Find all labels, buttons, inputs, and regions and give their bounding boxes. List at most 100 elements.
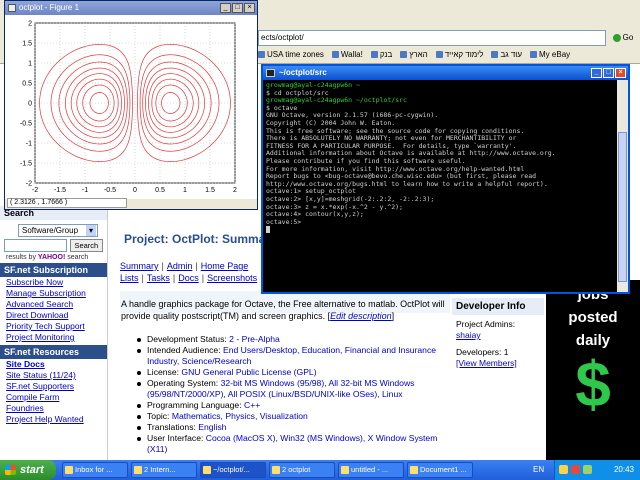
taskbar-item[interactable]: Document1 ... (407, 462, 473, 478)
favicon-icon (370, 50, 378, 58)
plot-area[interactable]: -2 -1.5 -1 -0.5 0 0.5 1 1.5 2 -2 -1.5 -1 -0.5 0 0.5 1 1.… (5, 15, 257, 199)
terminal-titlebar[interactable]: ~/octplot/src _ □ × (263, 66, 628, 80)
info-key: Topic: (147, 411, 172, 421)
go-label: Go (622, 33, 634, 42)
taskbar-item[interactable]: untitled - ... (338, 462, 404, 478)
project-nav-link[interactable]: Tasks (147, 273, 170, 283)
sidebar-link[interactable]: Site Status (11/24) (0, 370, 107, 381)
link-bar-item[interactable]: My eBay (530, 50, 570, 59)
sidebar-link[interactable]: Direct Download (0, 310, 107, 321)
sidebar-link[interactable]: Compile Farm (0, 392, 107, 403)
y-tick-label: -1 (26, 141, 32, 148)
view-members-link[interactable]: [View Members] (456, 358, 540, 369)
sidebar-link[interactable]: SF.net Supporters (0, 381, 107, 392)
sidebar-link[interactable]: Advanced Search (0, 299, 107, 310)
terminal-output[interactable]: growmag@ayal-c24agpw6n ~ $ cd octplot/src… (263, 80, 619, 292)
sidebar-link[interactable]: Priority Tech Support (0, 321, 107, 332)
close-button[interactable]: × (244, 3, 255, 13)
edit-description-link[interactable]: Edit description (330, 311, 392, 321)
terminal-scrollbar[interactable] (617, 80, 628, 292)
info-value-link[interactable]: English (198, 422, 226, 432)
tray-icon[interactable] (559, 465, 568, 474)
project-nav-link[interactable]: Home Page (201, 261, 249, 271)
sidebar-link[interactable]: Subscribe Now (0, 277, 107, 288)
minimize-button[interactable]: _ (220, 3, 231, 13)
yahoo-note: results by YAHOO! search (0, 254, 107, 261)
sidebar-link[interactable]: Manage Subscription (0, 288, 107, 299)
figure-titlebar[interactable]: octplot - Figure 1 _ □ × (5, 1, 257, 15)
start-button[interactable]: start (0, 460, 56, 480)
link-bar-item[interactable]: Walla! (331, 50, 363, 59)
project-info-item: Programming Language: C++ (135, 400, 450, 411)
favicon-icon (491, 50, 499, 58)
taskbar-item-label: 2 Intern... (144, 465, 176, 474)
link-bar-label: הארץ (409, 49, 428, 59)
link-bar-label: בנק (379, 49, 393, 59)
project-nav-link[interactable]: Admin (167, 261, 193, 271)
info-value-link[interactable]: GNU General Public License (GPL) (181, 367, 316, 377)
sidebar-link[interactable]: Foundries (0, 403, 107, 414)
tray-icon[interactable] (571, 465, 580, 474)
maximize-button[interactable]: □ (603, 68, 614, 78)
project-info-item: Development Status: 2 - Pre-Alpha (135, 334, 450, 345)
y-tick-label: -2 (26, 181, 32, 188)
resource-links: Site Docs Site Status (11/24) SF.net Suppo… (0, 359, 107, 425)
taskbar-item[interactable]: ~/octplot/... (200, 462, 266, 478)
cygwin-terminal-window[interactable]: ~/octplot/src _ □ × growmag@ayal-c24agpw… (261, 64, 630, 294)
sidebar-link[interactable]: Site Docs (0, 359, 107, 370)
address-input[interactable]: ects/octplot/ (258, 30, 606, 46)
jobs-ad[interactable]: jobs posted daily $ (546, 280, 640, 460)
tray-icon[interactable] (583, 465, 592, 474)
x-tick-label: 0.5 (155, 187, 165, 194)
project-nav-link[interactable]: Summary (120, 261, 159, 271)
search-scope-select[interactable]: Software/Group (18, 224, 98, 237)
cursor-coordinates: ( 2.3126 , 1.7666 ) (7, 198, 127, 208)
project-description: A handle graphics package for Octave, th… (121, 298, 451, 322)
link-bar-label: לימוד קאייד (444, 49, 484, 59)
link-bar-item[interactable]: USA time zones (258, 50, 324, 59)
maximize-button[interactable]: □ (232, 3, 243, 13)
figure-window-icon (8, 4, 16, 12)
project-nav-link[interactable]: Docs (178, 273, 199, 283)
taskbar-item[interactable]: 2 Intern... (131, 462, 197, 478)
contour-plot: -2 -1.5 -1 -0.5 0 0.5 1 1.5 2 -2 -1.5 -1 -0.5 0 0.5 1 1.… (20, 21, 237, 195)
info-value-link[interactable]: C++ (244, 400, 260, 410)
terminal-line: octave:4> contour(x,y,z); (266, 210, 364, 219)
y-tick-label: 1 (28, 61, 32, 68)
sidebar-link[interactable]: Project Monitoring (0, 332, 107, 343)
search-input[interactable] (4, 239, 67, 252)
taskbar-item[interactable]: 2 octplot (269, 462, 335, 478)
info-value-link[interactable]: Mathematics, Physics, Visualization (172, 411, 308, 421)
go-button[interactable]: Go (608, 30, 638, 46)
developer-info-heading: Developer Info (452, 298, 544, 315)
project-nav-link[interactable]: Lists (120, 273, 139, 283)
link-bar-item[interactable]: לימוד קאייד (435, 49, 484, 59)
octplot-figure-window[interactable]: octplot - Figure 1 _ □ × -2 -1.5 -1 -0.5 0 0.… (4, 0, 258, 210)
project-nav-link[interactable]: Screenshots (207, 273, 257, 283)
taskbar-item[interactable]: Inbox for ... (62, 462, 128, 478)
nav-separator: | (195, 261, 198, 271)
project-info-item: User Interface: Cocoa (MacOS X), Win32 (… (135, 433, 450, 455)
admin-link[interactable]: shaiay (456, 330, 540, 341)
search-button[interactable]: Search (69, 239, 103, 252)
sidebar-link[interactable]: Project Help Wanted (0, 414, 107, 425)
y-tick-label: -1.5 (20, 161, 32, 168)
info-value-link[interactable]: 2 - Pre-Alpha (229, 334, 280, 344)
developers-count: Developers: 1 (456, 347, 509, 357)
link-bar-item[interactable]: בנק (370, 49, 393, 59)
windows-logo-icon (5, 465, 16, 475)
x-tick-label: -0.5 (104, 187, 116, 194)
subscription-heading: SF.net Subscription (0, 263, 107, 277)
minimize-button[interactable]: _ (591, 68, 602, 78)
y-tick-label: 2 (28, 21, 32, 28)
scrollbar-thumb[interactable] (618, 132, 627, 282)
taskbar-item-label: untitled - ... (351, 465, 389, 474)
link-bar-item[interactable]: עוד גב (491, 50, 522, 59)
close-button[interactable]: × (615, 68, 626, 78)
figure-title: octplot - Figure 1 (19, 3, 80, 12)
link-bar-item[interactable]: הארץ (400, 49, 428, 59)
project-info-item: Intended Audience: End Users/Desktop, Ed… (135, 345, 450, 367)
language-indicator[interactable]: EN (533, 460, 544, 480)
figure-window-controls: _ □ × (220, 3, 255, 13)
description-text: A handle graphics package for Octave, th… (121, 299, 445, 321)
